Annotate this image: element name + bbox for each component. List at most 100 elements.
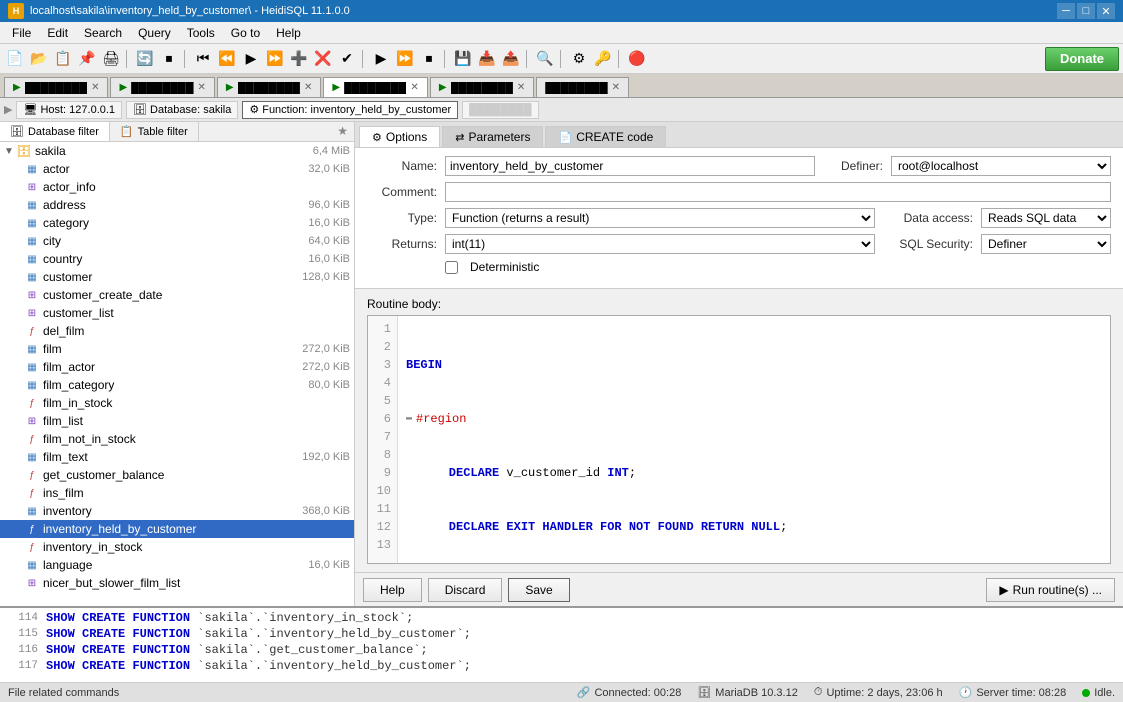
save-button[interactable]: Save (508, 578, 569, 602)
check-button[interactable]: ✔ (336, 48, 358, 70)
tree-item-customer[interactable]: ▦ customer 128,0 KiB (0, 268, 354, 286)
tree-item-film[interactable]: ▦ film 272,0 KiB (0, 340, 354, 358)
menu-query[interactable]: Query (130, 24, 179, 42)
tab-close-icon[interactable]: ✕ (91, 82, 99, 93)
menu-goto[interactable]: Go to (223, 24, 268, 42)
menu-file[interactable]: File (4, 24, 39, 42)
close-button[interactable]: ✕ (1097, 3, 1115, 19)
terminate-button[interactable]: 🔴 (626, 48, 648, 70)
fold-marker[interactable]: ▬ (406, 410, 412, 428)
tab-close-icon[interactable]: ✕ (410, 82, 418, 93)
stop-button[interactable]: ⏹ (158, 48, 180, 70)
code-content[interactable]: BEGIN ▬#region DECLARE v_customer_id INT… (398, 316, 1110, 563)
next-button[interactable]: ▶ (240, 48, 262, 70)
new-button[interactable]: 📄 (4, 48, 26, 70)
export-button[interactable]: 📤 (500, 48, 522, 70)
tree-item-get-customer-balance[interactable]: ƒ get_customer_balance (0, 466, 354, 484)
tree-item-language[interactable]: ▦ language 16,0 KiB (0, 556, 354, 574)
first-button[interactable]: ⏪ (216, 48, 238, 70)
addr-database[interactable]: 🗄 Database: sakila (126, 101, 238, 119)
addr-extra[interactable]: ████████ (462, 101, 538, 119)
menu-edit[interactable]: Edit (39, 24, 76, 42)
conn-tab-1[interactable]: ▶ ████████ ✕ (4, 77, 108, 97)
conn-tab-6[interactable]: ████████ ✕ (536, 77, 629, 97)
comment-input[interactable] (445, 182, 1111, 202)
sql-security-select[interactable]: Definer (981, 234, 1111, 254)
tab-create-code[interactable]: 📄 CREATE code (545, 126, 666, 147)
code-editor[interactable]: 1 2 3 4 5 6 7 8 9 10 11 12 13 BEGIN (367, 315, 1111, 564)
donate-button[interactable]: Donate (1045, 47, 1119, 71)
tree-item-nicer-but-slower[interactable]: ⊞ nicer_but_slower_film_list (0, 574, 354, 592)
discard-button[interactable]: Discard (428, 578, 503, 602)
tab-close-icon[interactable]: ✕ (517, 82, 525, 93)
tree-item-inventory-in-stock[interactable]: ƒ inventory_in_stock (0, 538, 354, 556)
table-filter-tab[interactable]: 📋 Table filter (110, 122, 199, 141)
addr-host[interactable]: 🖥 Host: 127.0.0.1 (16, 101, 122, 119)
key-button[interactable]: 🔑 (592, 48, 614, 70)
tab-close-icon[interactable]: ✕ (304, 82, 312, 93)
tree-item-actor[interactable]: ▦ actor 32,0 KiB (0, 160, 354, 178)
tree-item-film-text[interactable]: ▦ film_text 192,0 KiB (0, 448, 354, 466)
save-tb-button[interactable]: 💾 (452, 48, 474, 70)
import-button[interactable]: 📥 (476, 48, 498, 70)
print-button[interactable]: 🖨 (100, 48, 122, 70)
conn-tab-5[interactable]: ▶ ████████ ✕ (430, 77, 534, 97)
menu-search[interactable]: Search (76, 24, 130, 42)
kw: DECLARE (420, 464, 506, 482)
tree-item-actor-info[interactable]: ⊞ actor_info (0, 178, 354, 196)
tree-item-category[interactable]: ▦ category 16,0 KiB (0, 214, 354, 232)
tab-options[interactable]: ⚙ Options (359, 126, 440, 147)
type-select[interactable]: Function (returns a result) (445, 208, 875, 228)
tree-item-country[interactable]: ▦ country 16,0 KiB (0, 250, 354, 268)
run-routine-button[interactable]: ▶ Run routine(s) ... (986, 578, 1115, 602)
data-access-select[interactable]: Reads SQL data (981, 208, 1111, 228)
tree-item-film-category[interactable]: ▦ film_category 80,0 KiB (0, 376, 354, 394)
conn-tab-4[interactable]: ▶ ████████ ✕ (323, 77, 427, 97)
copy-button[interactable]: 📋 (52, 48, 74, 70)
menu-help[interactable]: Help (268, 24, 309, 42)
tree-item-customer-list[interactable]: ⊞ customer_list (0, 304, 354, 322)
minimize-button[interactable]: ─ (1057, 3, 1075, 19)
name-input[interactable] (445, 156, 815, 176)
main-area: 🗄 Database filter 📋 Table filter ★ ▼ 🗄 s… (0, 122, 1123, 606)
maximize-button[interactable]: □ (1077, 3, 1095, 19)
conn-tab-3[interactable]: ▶ ████████ ✕ (217, 77, 321, 97)
tab-parameters[interactable]: ⇄ Parameters (442, 126, 543, 147)
returns-select[interactable]: int(11) (445, 234, 875, 254)
deterministic-checkbox[interactable] (445, 261, 458, 274)
help-button[interactable]: Help (363, 578, 422, 602)
tree-item-address[interactable]: ▦ address 96,0 KiB (0, 196, 354, 214)
addr-function[interactable]: ⚙ Function: inventory_held_by_customer (242, 101, 458, 119)
add-button[interactable]: ➕ (288, 48, 310, 70)
tree-item-film-actor[interactable]: ▦ film_actor 272,0 KiB (0, 358, 354, 376)
definer-select[interactable]: root@localhost (891, 156, 1111, 176)
run-button[interactable]: ▶ (370, 48, 392, 70)
tree-item-customer-create-date[interactable]: ⊞ customer_create_date (0, 286, 354, 304)
prev-button[interactable]: ⏮ (192, 48, 214, 70)
run-all-button[interactable]: ⏩ (394, 48, 416, 70)
tree-item-city[interactable]: ▦ city 64,0 KiB (0, 232, 354, 250)
tree-item-inventory-held-by-customer[interactable]: ƒ inventory_held_by_customer (0, 520, 354, 538)
search-tb-button[interactable]: 🔍 (534, 48, 556, 70)
tree-item-film-not-in-stock[interactable]: ƒ film_not_in_stock (0, 430, 354, 448)
cancel-run-button[interactable]: ⏹ (418, 48, 440, 70)
bookmark-button[interactable]: ★ (331, 122, 354, 141)
database-filter-tab[interactable]: 🗄 Database filter (0, 122, 110, 141)
tree-item-ins-film[interactable]: ƒ ins_film (0, 484, 354, 502)
tree-root-sakila[interactable]: ▼ 🗄 sakila 6,4 MiB (0, 142, 354, 160)
tab-close-icon[interactable]: ✕ (198, 82, 206, 93)
tab-close-icon[interactable]: ✕ (612, 82, 620, 93)
tree-item-film-in-stock[interactable]: ƒ film_in_stock (0, 394, 354, 412)
open-button[interactable]: 📂 (28, 48, 50, 70)
tree-item-film-list[interactable]: ⊞ film_list (0, 412, 354, 430)
menu-tools[interactable]: Tools (179, 24, 223, 42)
last-button[interactable]: ⏩ (264, 48, 286, 70)
function-icon: ƒ (24, 521, 40, 537)
conn-tab-2[interactable]: ▶ ████████ ✕ (110, 77, 214, 97)
delete-button[interactable]: ❌ (312, 48, 334, 70)
refresh-button[interactable]: 🔄 (134, 48, 156, 70)
settings-button[interactable]: ⚙ (568, 48, 590, 70)
tree-item-del-film[interactable]: ƒ del_film (0, 322, 354, 340)
tree-item-inventory[interactable]: ▦ inventory 368,0 KiB (0, 502, 354, 520)
paste-button[interactable]: 📌 (76, 48, 98, 70)
